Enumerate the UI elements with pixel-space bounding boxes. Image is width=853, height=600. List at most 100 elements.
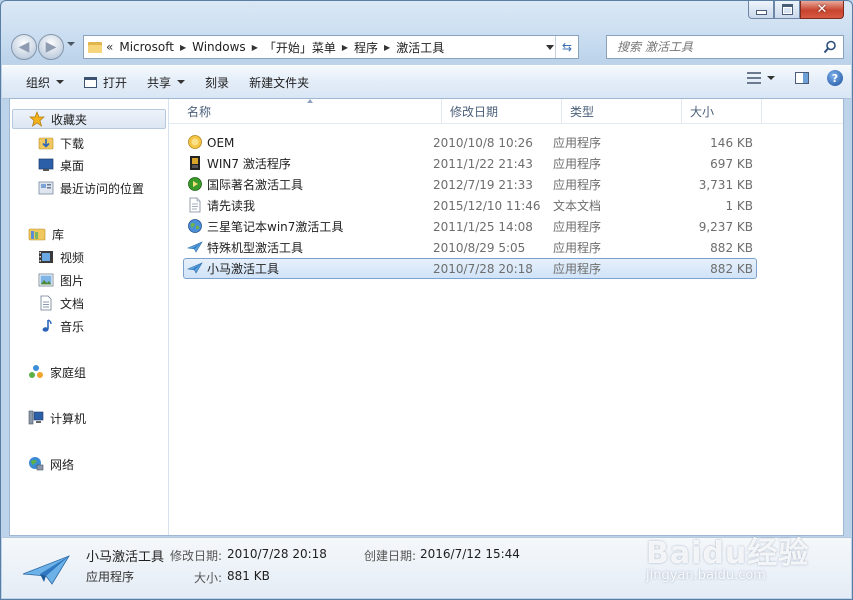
paper-plane-icon [187,262,203,274]
nav-favorites[interactable]: 收藏夹 [12,109,166,129]
file-size: 1 KB [725,198,753,213]
preview-pane-icon[interactable] [795,72,809,84]
network-icon [29,457,44,471]
nav-label: 收藏夹 [51,112,88,127]
file-row[interactable]: 国际著名激活工具 2012/7/19 21:33 应用程序 3,731 KB [183,174,757,195]
recent-pages-dropdown[interactable] [67,42,75,46]
nav-network[interactable]: 网络 [28,454,74,474]
file-row[interactable]: OEM 2010/10/8 10:26 应用程序 146 KB [183,132,757,153]
breadcrumb-item[interactable]: 「开始」菜单 [264,39,336,56]
file-modified: 2012/7/19 21:33 [433,177,533,192]
breadcrumb-item[interactable]: Windows [192,40,246,54]
breadcrumb-overflow[interactable]: « [106,40,113,54]
nav-downloads[interactable]: 下载 [38,133,84,153]
command-bar: 组织 打开 共享 刻录 新建文件夹 ? [2,65,851,99]
organize-button[interactable]: 组织 [16,70,74,94]
search-box[interactable] [606,35,844,59]
file-row[interactable]: 三星笔记本win7激活工具 2011/1/25 14:08 应用程序 9,237… [183,216,757,237]
new-folder-button[interactable]: 新建文件夹 [239,70,319,94]
file-size: 882 KB [710,240,753,255]
column-modified[interactable]: 修改日期 [442,99,562,123]
open-window-icon [84,76,98,88]
explorer-window: ✕ ◀ ▶ « Microsoft ▶ Windows ▶ 「开始」菜单 ▶ 程… [0,0,853,600]
nav-homegroup[interactable]: 家庭组 [28,362,86,382]
breadcrumb-separator-icon[interactable]: ▶ [252,43,258,52]
breadcrumb-separator-icon[interactable]: ▶ [180,43,186,52]
file-row[interactable]: WIN7 激活程序 2011/1/22 21:43 应用程序 697 KB [183,153,757,174]
file-row[interactable]: 特殊机型激活工具 2010/8/29 5:05 应用程序 882 KB [183,237,757,258]
nav-libraries[interactable]: 库 [28,224,64,244]
nav-desktop[interactable]: 桌面 [38,155,84,175]
text-document-icon [189,197,201,213]
oem-app-icon [188,135,202,149]
details-pane: 小马激活工具 应用程序 修改日期: 2010/7/28 20:18 创建日期: … [2,536,851,598]
nav-computer[interactable]: 计算机 [28,408,86,428]
close-button[interactable]: ✕ [800,1,844,19]
refresh-button[interactable]: ⇆ [555,36,578,58]
minimize-button[interactable] [748,1,774,19]
nav-videos[interactable]: 视频 [38,247,84,267]
file-type: 应用程序 [553,157,602,171]
column-name[interactable]: 名称 [179,99,442,123]
nav-recent-places[interactable]: 最近访问的位置 [38,178,144,198]
search-input[interactable] [615,39,821,55]
help-icon[interactable]: ? [827,70,843,86]
column-headers: 名称 修改日期 类型 大小 [169,99,843,124]
file-list: 名称 修改日期 类型 大小 OEM 2010/10/8 10:26 应用程序 1… [169,99,843,535]
share-label: 共享 [147,75,172,90]
open-button[interactable]: 打开 [74,70,137,94]
share-button[interactable]: 共享 [137,70,195,94]
details-created-value: 2016/7/12 15:44 [420,547,520,561]
file-size: 9,237 KB [698,219,753,234]
details-created-label: 创建日期: [364,549,417,563]
details-modified-label: 修改日期: [170,549,223,563]
file-row-selected[interactable]: 小马激活工具 2010/7/28 20:18 应用程序 882 KB [183,258,757,279]
file-size: 697 KB [710,156,753,171]
videos-icon [39,251,53,263]
file-name: 特殊机型激活工具 [207,241,304,255]
file-type: 应用程序 [553,178,602,192]
nav-documents[interactable]: 文档 [38,293,84,313]
forward-arrow-icon: ▶ [45,39,57,55]
file-size: 882 KB [710,261,753,276]
burn-label: 刻录 [205,75,230,90]
nav-music[interactable]: 音乐 [38,316,84,336]
chevron-down-icon [56,80,65,84]
maximize-button[interactable] [774,1,800,19]
address-bar[interactable]: « Microsoft ▶ Windows ▶ 「开始」菜单 ▶ 程序 ▶ 激活… [83,35,579,59]
file-type: 应用程序 [553,136,602,150]
change-view-icon[interactable] [747,72,761,84]
close-icon: ✕ [816,2,828,17]
folder-icon [88,41,102,53]
breadcrumb-item[interactable]: 激活工具 [396,39,444,56]
music-note-icon [42,319,52,332]
breadcrumb-item[interactable]: Microsoft [119,40,174,54]
column-type[interactable]: 类型 [562,99,682,123]
file-modified: 2015/12/10 11:46 [433,198,541,213]
nav-label: 家庭组 [50,365,87,380]
watermark-url: jingyan.baidu.com [646,568,766,583]
details-size-value: 881 KB [227,569,270,583]
nav-label: 图片 [60,273,85,288]
file-row[interactable]: 请先读我 2015/12/10 11:46 文本文档 1 KB [183,195,757,216]
burn-button[interactable]: 刻录 [195,70,239,94]
organize-label: 组织 [26,75,51,90]
new-folder-label: 新建文件夹 [249,75,310,90]
nav-pictures[interactable]: 图片 [38,270,84,290]
breadcrumb-separator-icon[interactable]: ▶ [342,43,348,52]
breadcrumb-separator-icon[interactable]: ▶ [384,43,390,52]
search-icon[interactable] [821,38,839,56]
back-button[interactable]: ◀ [11,34,37,60]
address-history-dropdown[interactable] [546,45,554,50]
window-caption-buttons: ✕ [748,1,844,19]
forward-button[interactable]: ▶ [38,34,64,60]
details-file-name: 小马激活工具 [86,550,165,565]
back-arrow-icon: ◀ [18,39,30,55]
chevron-down-icon [177,80,186,84]
desktop-icon [38,158,54,171]
homegroup-icon [29,365,43,378]
column-size[interactable]: 大小 [682,99,762,123]
breadcrumb-item[interactable]: 程序 [354,39,378,56]
view-options-dropdown-icon[interactable] [767,76,775,80]
file-modified: 2011/1/22 21:43 [433,156,533,171]
